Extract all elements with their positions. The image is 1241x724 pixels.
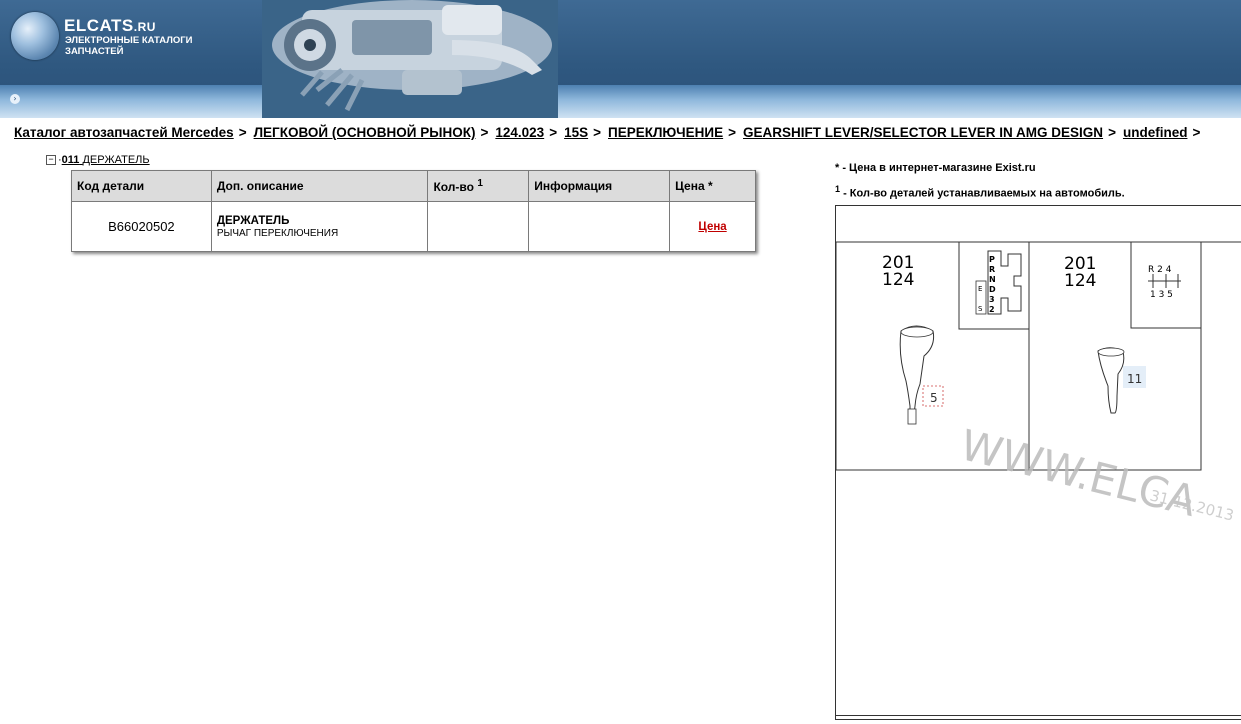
auto-gate-pattern: P R N D 3 2 E S xyxy=(975,250,1022,315)
breadcrumb-subsection[interactable]: GEARSHIFT LEVER/SELECTOR LEVER IN AMG DE… xyxy=(743,125,1103,140)
svg-text:P: P xyxy=(989,255,995,264)
breadcrumb-section[interactable]: ПЕРЕКЛЮЧЕНИЕ xyxy=(608,125,723,140)
svg-text:N: N xyxy=(989,275,996,284)
notes: * - Цена в интернет-магазине Exist.ru 1 … xyxy=(835,158,1125,205)
col-header-code: Код детали xyxy=(71,170,212,202)
engine-illustration xyxy=(262,0,558,118)
svg-text:D: D xyxy=(989,285,996,294)
price-link[interactable]: Цена xyxy=(698,221,726,233)
collapse-icon[interactable]: − xyxy=(46,155,56,166)
breadcrumb: Каталог автозапчастей Mercedes > ЛЕГКОВОЙ … xyxy=(14,125,1201,140)
svg-text:R 2 4: R 2 4 xyxy=(1148,265,1172,275)
part-subname: РЫЧАГ ПЕРЕКЛЮЧЕНИЯ xyxy=(216,227,339,239)
table-header-row: Код детали Доп. описание Кол-во 1 Информ… xyxy=(71,170,756,202)
part-price: Цена xyxy=(669,201,756,252)
table-row: B66020502 ДЕРЖАТЕЛЬ РЫЧАГ ПЕРЕКЛЮЧЕНИЯ Ц… xyxy=(71,201,756,252)
breadcrumb-model[interactable]: 124.023 xyxy=(495,125,544,140)
globe-icon[interactable] xyxy=(11,12,59,60)
breadcrumb-market[interactable]: ЛЕГКОВОЙ (ОСНОВНОЙ РЫНОК) xyxy=(254,125,476,140)
svg-text:R: R xyxy=(989,265,995,274)
breadcrumb-catalog[interactable]: Каталог автозапчастей Mercedes xyxy=(14,125,234,140)
svg-text:2: 2 xyxy=(989,305,995,314)
site-logo-subtitle: ЭЛЕКТРОННЫЕ КАТАЛОГИ ЗАПЧАСТЕЙ xyxy=(65,35,193,57)
col-header-qty: Кол-во 1 xyxy=(427,170,530,202)
col-header-price: Цена * xyxy=(669,170,756,202)
parts-table: Код детали Доп. описание Кол-во 1 Информ… xyxy=(71,170,756,252)
breadcrumb-group[interactable]: 15S xyxy=(564,125,588,140)
left-model-number-2: 124 xyxy=(882,270,914,290)
tree-node-label: ДЕРЖАТЕЛЬ xyxy=(82,154,150,166)
diagram-drawing: 201 124 201 124 P R N D 3 2 E S R 2 4 1 … xyxy=(836,241,1241,526)
svg-text:S: S xyxy=(978,305,983,313)
header-band xyxy=(0,85,1241,118)
svg-text:E: E xyxy=(978,285,982,293)
part-name: ДЕРЖАТЕЛЬ xyxy=(216,214,290,227)
part-info xyxy=(528,201,671,252)
part-description: ДЕРЖАТЕЛЬ РЫЧАГ ПЕРЕКЛЮЧЕНИЯ xyxy=(210,201,429,252)
right-model-number-2: 124 xyxy=(1064,271,1096,291)
parts-diagram: 201 124 201 124 P R N D 3 2 E S R 2 4 1 … xyxy=(835,205,1241,720)
manual-gate-pattern: R 2 4 1 3 5 xyxy=(1148,265,1181,300)
callout-label-5[interactable]: 5 xyxy=(930,391,938,405)
nav-arrow-icon[interactable]: › xyxy=(10,94,20,104)
part-qty xyxy=(427,201,530,252)
svg-text:3: 3 xyxy=(989,295,995,304)
col-header-description: Доп. описание xyxy=(210,170,429,202)
gear-knob-long xyxy=(899,325,935,425)
qty-note: 1 - Кол-во деталей устанавливаемых на ав… xyxy=(835,184,1125,200)
site-header: ELCATS.RU ЭЛЕКТРОННЫЕ КАТАЛОГИ ЗАПЧАСТЕЙ… xyxy=(0,0,1241,118)
part-code: B66020502 xyxy=(71,201,212,252)
svg-text:1 3 5: 1 3 5 xyxy=(1150,290,1173,300)
callout-label-11[interactable]: 11 xyxy=(1127,372,1142,386)
col-header-info: Информация xyxy=(528,170,671,202)
tree-node: − ·011 ДЕРЖАТЕЛЬ xyxy=(46,154,150,166)
watermark-text: WWW.ELCA xyxy=(956,420,1202,526)
tree-node-link[interactable]: 011 ДЕРЖАТЕЛЬ xyxy=(62,154,150,166)
diagram-bottom-line xyxy=(836,715,1241,716)
price-note: * - Цена в интернет-магазине Exist.ru xyxy=(835,162,1036,174)
tree-node-number: 011 xyxy=(61,154,80,166)
gear-knob-short xyxy=(1097,347,1125,414)
site-logo[interactable]: ELCATS.RU xyxy=(64,16,156,36)
breadcrumb-current[interactable]: undefined xyxy=(1123,125,1188,140)
